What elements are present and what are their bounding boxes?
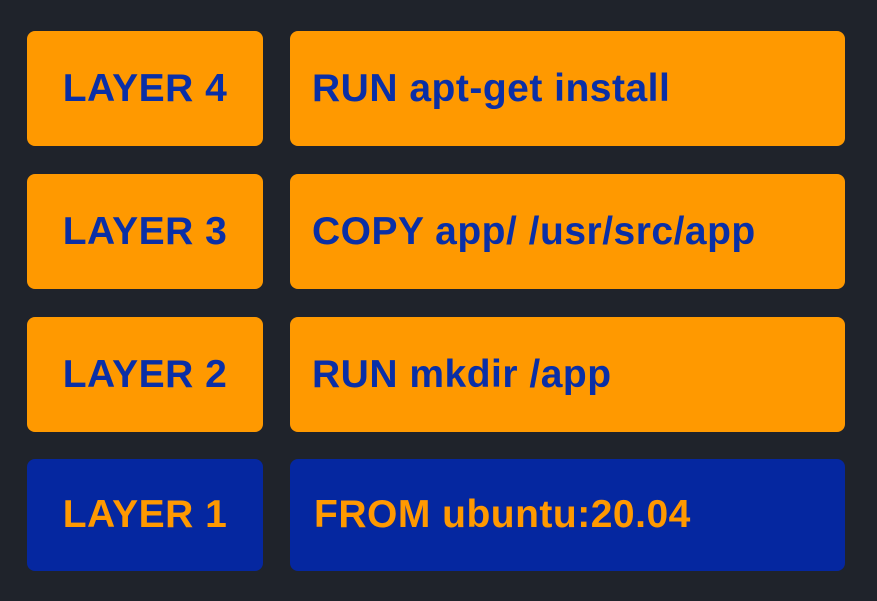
layer-label: LAYER 3: [62, 209, 228, 253]
layer-label: LAYER 1: [62, 493, 228, 536]
layer-label-box: LAYER 2: [27, 317, 263, 432]
layer-label-box: LAYER 4: [27, 31, 263, 146]
layer-command-box: RUN mkdir /app: [290, 317, 845, 432]
layer-command: RUN apt-get install: [312, 66, 671, 110]
layer-command: COPY app/ /usr/src/app: [312, 209, 756, 253]
layer-command: RUN mkdir /app: [312, 352, 612, 396]
layer-command-box: RUN apt-get install: [290, 31, 845, 146]
layer-label-box: LAYER 1: [27, 459, 263, 571]
layer-label-box: LAYER 3: [27, 174, 263, 289]
layer-command-box: FROM ubuntu:20.04: [290, 459, 845, 571]
layer-label: LAYER 4: [62, 66, 228, 110]
layer-command: FROM ubuntu:20.04: [314, 493, 691, 536]
layer-label: LAYER 2: [62, 352, 228, 396]
layer-command-box: COPY app/ /usr/src/app: [290, 174, 845, 289]
